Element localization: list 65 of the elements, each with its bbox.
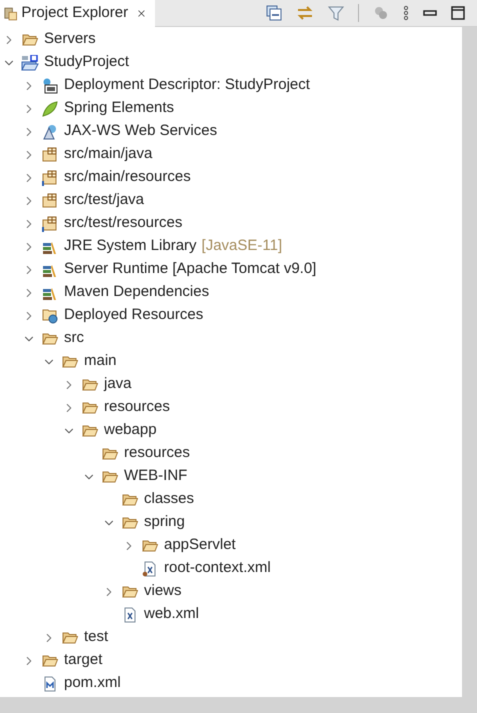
folder-icon xyxy=(82,424,98,438)
project-folder-icon xyxy=(21,54,39,70)
folder-icon xyxy=(122,492,138,506)
folder-icon xyxy=(42,332,58,346)
folder-icon xyxy=(82,378,98,392)
tree-item-label[interactable]: src/main/java xyxy=(64,143,152,166)
folder-globe-icon xyxy=(42,308,58,324)
leaf-icon xyxy=(42,100,58,116)
minimize-icon[interactable] xyxy=(423,9,437,17)
tree-item-label[interactable]: appServlet xyxy=(164,534,236,557)
tree-item-label[interactable]: resources xyxy=(124,442,190,465)
source-folder-icon xyxy=(42,170,58,186)
tree-item-label[interactable]: Servers xyxy=(44,28,96,51)
folder-icon xyxy=(62,354,78,368)
tree-item-label[interactable]: webapp xyxy=(104,419,157,442)
tree-item-label[interactable]: pom.xml xyxy=(64,672,121,695)
tree-item-label[interactable]: JRE System Library xyxy=(64,235,197,258)
tree-item-label[interactable]: resources xyxy=(104,396,170,419)
folder-icon xyxy=(102,470,118,484)
tree-item-label[interactable]: src xyxy=(64,327,84,350)
maven-file-icon xyxy=(42,676,58,692)
tree-item-label[interactable]: WEB-INF xyxy=(124,465,188,488)
folder-icon xyxy=(82,400,98,414)
folder-icon xyxy=(62,630,78,644)
source-folder-icon xyxy=(42,216,58,232)
collapse-all-icon[interactable] xyxy=(266,5,282,21)
view-tab[interactable]: Project Explorer xyxy=(0,0,155,27)
tree-item-label[interactable]: Maven Dependencies xyxy=(64,281,210,304)
filter-icon[interactable] xyxy=(328,5,344,21)
source-folder-icon xyxy=(42,192,58,208)
tree-item-label[interactable]: test xyxy=(84,626,108,649)
clipboard-icon xyxy=(4,6,18,22)
tree-item-label[interactable]: spring xyxy=(144,511,185,534)
folder-icon xyxy=(42,654,58,668)
tree-item-label[interactable]: web.xml xyxy=(144,603,200,626)
link-arrows-icon[interactable] xyxy=(296,5,314,21)
tree-item-label[interactable]: java xyxy=(104,373,132,396)
tree-item-label[interactable]: views xyxy=(144,580,182,603)
tree-item-label[interactable]: target xyxy=(64,649,102,672)
source-folder-icon xyxy=(42,146,58,162)
view-menu-icon[interactable] xyxy=(403,5,409,21)
tree-item-label[interactable]: src/test/java xyxy=(64,189,144,212)
tree-item-decoration: [JavaSE-11] xyxy=(202,236,282,256)
tree-item-label[interactable]: Deployed Resources xyxy=(64,304,204,327)
tree-item-label[interactable]: root-context.xml xyxy=(164,557,271,580)
tree-item-label[interactable]: src/test/resources xyxy=(64,212,182,235)
folder-icon xyxy=(122,584,138,598)
maximize-icon[interactable] xyxy=(451,6,465,20)
tree-item-label[interactable]: src/main/resources xyxy=(64,166,191,189)
xml-file-icon xyxy=(142,560,158,576)
tree-item-label[interactable]: main xyxy=(84,350,117,373)
tree-item-label[interactable]: classes xyxy=(144,488,194,511)
tree-item-label[interactable]: StudyProject xyxy=(44,51,130,74)
tree-item-label[interactable]: Deployment Descriptor: StudyProject xyxy=(64,74,310,97)
tab-title: Project Explorer xyxy=(21,3,128,24)
xml-file-icon xyxy=(122,606,138,622)
descriptor-icon xyxy=(42,78,58,94)
web-service-icon xyxy=(42,124,58,140)
folder-icon xyxy=(122,516,138,530)
folder-icon xyxy=(22,32,38,46)
tree-item-label[interactable]: JAX-WS Web Services xyxy=(64,120,218,143)
folder-icon xyxy=(142,538,158,552)
folder-icon xyxy=(102,446,118,460)
tree-item-label[interactable]: Spring Elements xyxy=(64,97,174,120)
tree-item-label[interactable]: Server Runtime [Apache Tomcat v9.0] xyxy=(64,258,316,281)
